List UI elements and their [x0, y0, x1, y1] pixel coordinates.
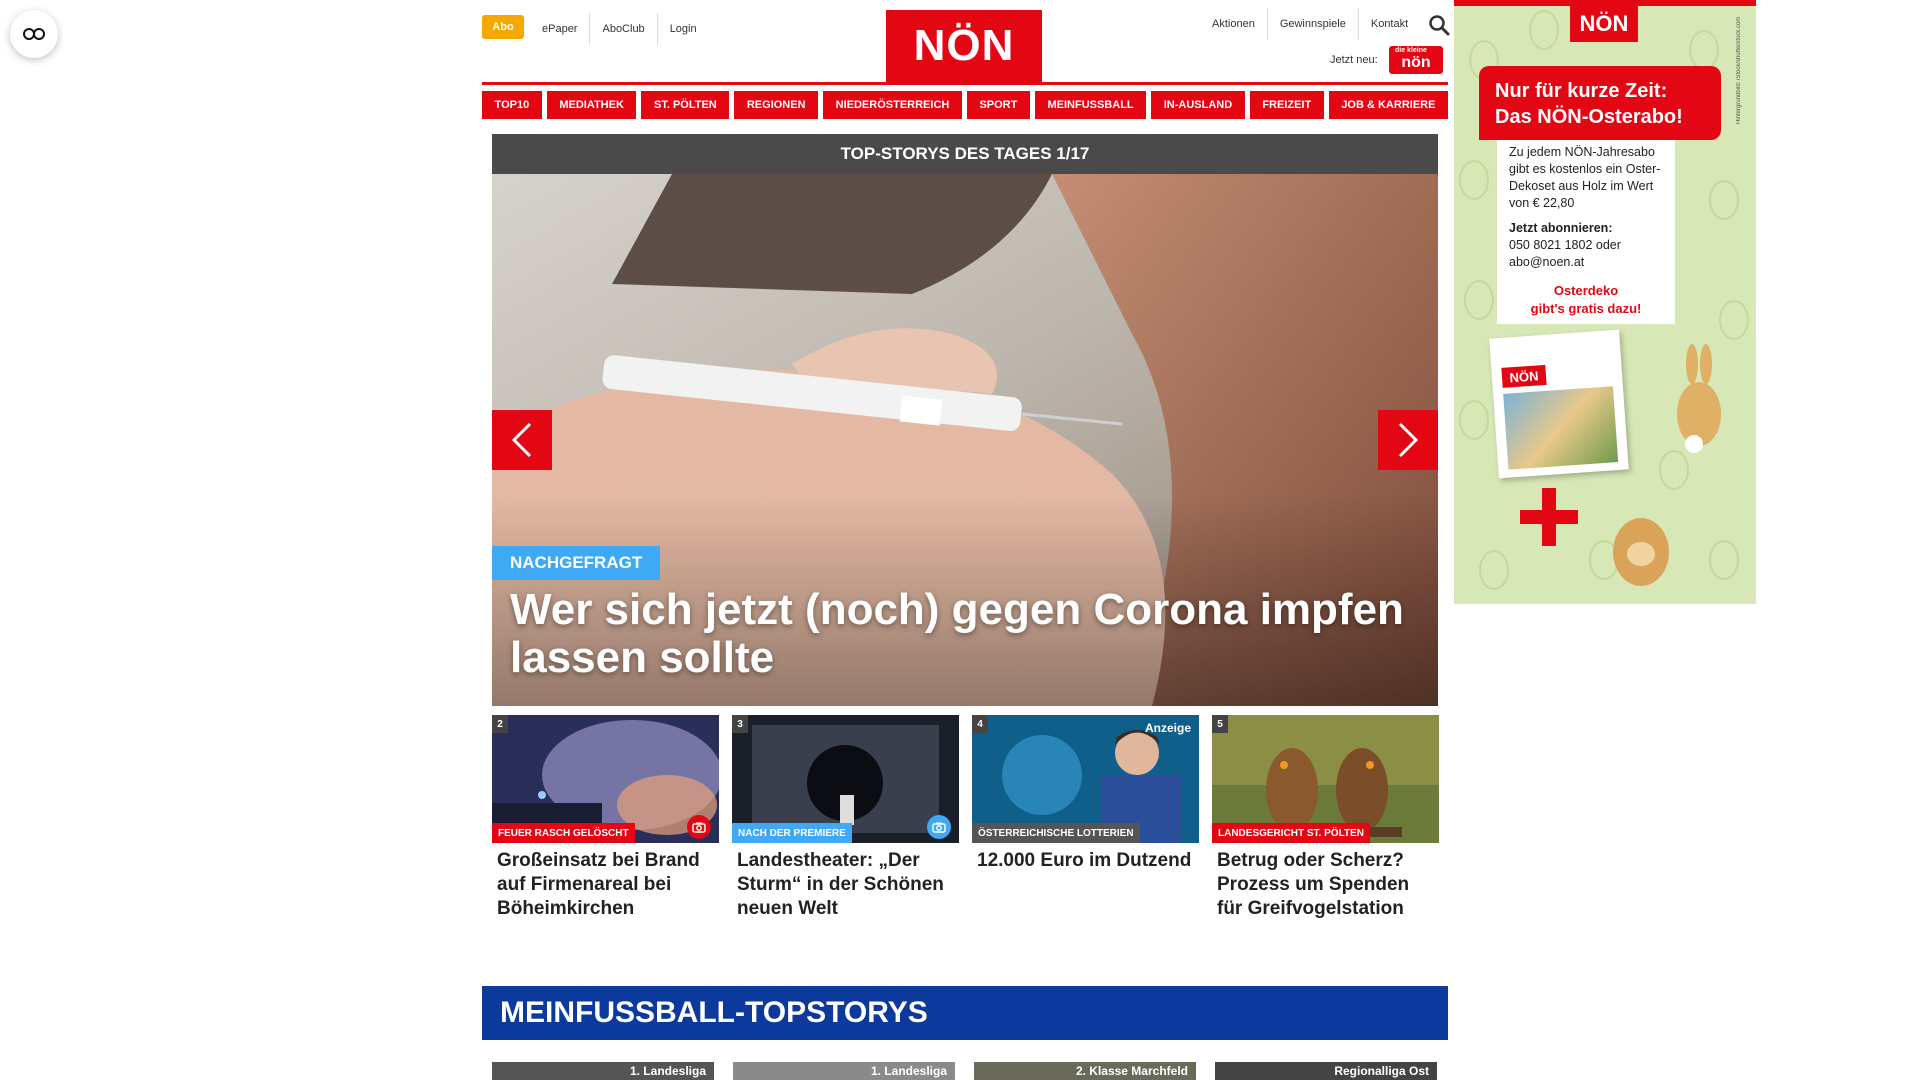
chevron-right-icon: [1398, 422, 1419, 458]
top-link-login[interactable]: Login: [656, 13, 709, 45]
magazine-cover: [1503, 386, 1619, 470]
ad-headline: Nur für kurze Zeit: Das NÖN-Osterabo!: [1479, 66, 1721, 140]
ad-promo-line2: gibt's gratis dazu!: [1530, 301, 1642, 316]
meinfussball-section-heading[interactable]: MEINFUSSBALL-TOPSTORYS: [482, 986, 1448, 1040]
glasses-icon: [23, 28, 45, 40]
jetzt-neu-label: Jetzt neu:: [1330, 54, 1378, 66]
league-label: Regionalliga Ost: [1334, 1064, 1429, 1078]
league-label: 1. Landesliga: [870, 1064, 947, 1078]
story-thumbnail[interactable]: 2 FEUER RASCH GELÖSCHT: [492, 715, 719, 843]
nav-item-niederoesterreich[interactable]: NIEDERÖSTERREICH: [823, 91, 962, 119]
kleine-noen-logo-top: die kleine: [1395, 47, 1427, 54]
hero-category-tag[interactable]: NACHGEFRAGT: [492, 546, 661, 580]
camera-icon: [927, 815, 951, 839]
nav-item-mediathek[interactable]: MEDIATHEK: [546, 91, 637, 119]
story-number: 4: [972, 715, 988, 733]
story-number: 2: [492, 715, 508, 733]
magazine-image: NÖN: [1489, 329, 1629, 479]
ad-logo: NÖN: [1570, 6, 1638, 42]
story-number: 3: [732, 715, 748, 733]
sponsored-badge: Anzeige: [1144, 721, 1191, 735]
top-link-aboclub[interactable]: AboClub: [589, 13, 656, 45]
ad-headline-line1: Nur für kurze Zeit:: [1495, 80, 1668, 102]
reader-mode-button[interactable]: [10, 10, 58, 58]
story-title[interactable]: Betrug oder Scherz? Prozess um Spenden f…: [1212, 843, 1439, 921]
hero-headline[interactable]: Wer sich jetzt (noch) gegen Corona impfe…: [510, 586, 1420, 682]
football-card[interactable]: Regionalliga Ost: [1215, 1062, 1437, 1080]
story-card-4[interactable]: 4 Anzeige ÖSTERREICHISCHE LOTTERIEN 12.0…: [972, 715, 1199, 873]
ad-promo: Osterdeko gibt's gratis dazu!: [1497, 278, 1675, 324]
right-links: Aktionen Gewinnspiele Kontakt: [1200, 8, 1420, 40]
nav-item-meinfussball[interactable]: MEINFUSSBALL: [1034, 91, 1147, 119]
ad-promo-line1: Osterdeko: [1553, 283, 1619, 298]
story-tag[interactable]: FEUER RASCH GELÖSCHT: [492, 823, 635, 843]
story-title[interactable]: Landestheater: „Der Sturm“ in der Schöne…: [732, 843, 959, 921]
story-card-2[interactable]: 2 FEUER RASCH GELÖSCHT Großeinsatz bei B…: [492, 715, 719, 921]
wooden-bunny-image: [1677, 344, 1721, 453]
ad-credit: Hintergrundbild: iStock/shutterstock.com: [1736, 16, 1742, 124]
site-logo[interactable]: NÖN: [886, 10, 1042, 82]
search-icon[interactable]: [1428, 14, 1450, 36]
story-thumbnail[interactable]: 4 Anzeige ÖSTERREICHISCHE LOTTERIEN: [972, 715, 1199, 843]
camera-icon: [687, 815, 711, 839]
kleine-noen-logo[interactable]: die kleine nön: [1389, 46, 1443, 74]
advertisement-banner[interactable]: NÖN Hintergrundbild: iStock/shutterstock…: [1454, 0, 1756, 604]
story-title[interactable]: 12.000 Euro im Dutzend: [972, 843, 1199, 873]
ad-headline-line2: Das NÖN-Osterabo!: [1495, 106, 1683, 128]
nav-item-sport[interactable]: SPORT: [966, 91, 1030, 119]
story-card-3[interactable]: 3 NACH DER PREMIERE Landestheater: „Der …: [732, 715, 959, 921]
story-card-5[interactable]: 5 LANDESGERICHT ST. PÖLTEN Betrug oder S…: [1212, 715, 1439, 921]
slider-prev-button[interactable]: [492, 410, 552, 470]
nav-item-st-poelten[interactable]: ST. PÖLTEN: [641, 91, 730, 119]
nav-item-in-ausland[interactable]: IN-AUSLAND: [1151, 91, 1245, 119]
football-card[interactable]: 2. Klasse Marchfeld: [974, 1062, 1196, 1080]
main-nav: TOP10 MEDIATHEK ST. PÖLTEN REGIONEN NIED…: [482, 91, 1448, 119]
slider-next-button[interactable]: [1378, 410, 1438, 470]
story-number: 5: [1212, 715, 1228, 733]
league-label: 1. Landesliga: [629, 1064, 706, 1078]
top-links: ePaper AboClub Login: [530, 13, 709, 45]
nav-item-top10[interactable]: TOP10: [482, 91, 542, 119]
football-card[interactable]: 1. Landesliga: [733, 1062, 955, 1080]
story-tag[interactable]: LANDESGERICHT ST. PÖLTEN: [1212, 823, 1370, 843]
slider-heading: TOP-STORYS DES TAGES 1/17: [492, 134, 1438, 174]
football-card[interactable]: 1. Landesliga: [492, 1062, 714, 1080]
ad-body: Zu jedem NÖN-Jahresabo gibt es kostenlos…: [1509, 145, 1661, 210]
nav-item-freizeit[interactable]: FREIZEIT: [1249, 91, 1324, 119]
magazine-logo: NÖN: [1501, 364, 1547, 388]
top-link-kontakt[interactable]: Kontakt: [1357, 8, 1420, 40]
kleine-noen-logo-text: nön: [1401, 54, 1431, 71]
header-divider: [482, 82, 1448, 85]
top-link-gewinnspiele[interactable]: Gewinnspiele: [1266, 8, 1358, 40]
top-story-slider[interactable]: TOP-STORYS DES TAGES 1/17 NACHGEFRAGT We…: [492, 134, 1438, 706]
plus-icon: [1542, 488, 1556, 546]
chevron-left-icon: [511, 422, 532, 458]
story-tag[interactable]: ÖSTERREICHISCHE LOTTERIEN: [972, 823, 1140, 843]
nav-item-job-karriere[interactable]: JOB & KARRIERE: [1328, 91, 1448, 119]
story-thumbnail[interactable]: 5 LANDESGERICHT ST. PÖLTEN: [1212, 715, 1439, 843]
ad-cta-label: Jetzt abonnieren:: [1509, 221, 1613, 235]
story-tag[interactable]: NACH DER PREMIERE: [732, 823, 852, 843]
story-title[interactable]: Großeinsatz bei Brand auf Firmenareal be…: [492, 843, 719, 921]
ad-cta-text: 050 8021 1802 oder abo@noen.at: [1509, 238, 1621, 269]
nav-item-regionen[interactable]: REGIONEN: [734, 91, 819, 119]
story-thumbnail[interactable]: 3 NACH DER PREMIERE: [732, 715, 959, 843]
abo-button[interactable]: Abo: [482, 15, 524, 39]
top-link-epaper[interactable]: ePaper: [530, 13, 589, 45]
top-link-aktionen[interactable]: Aktionen: [1200, 8, 1267, 40]
wooden-egg-image: [1613, 518, 1669, 586]
league-label: 2. Klasse Marchfeld: [1075, 1064, 1188, 1078]
